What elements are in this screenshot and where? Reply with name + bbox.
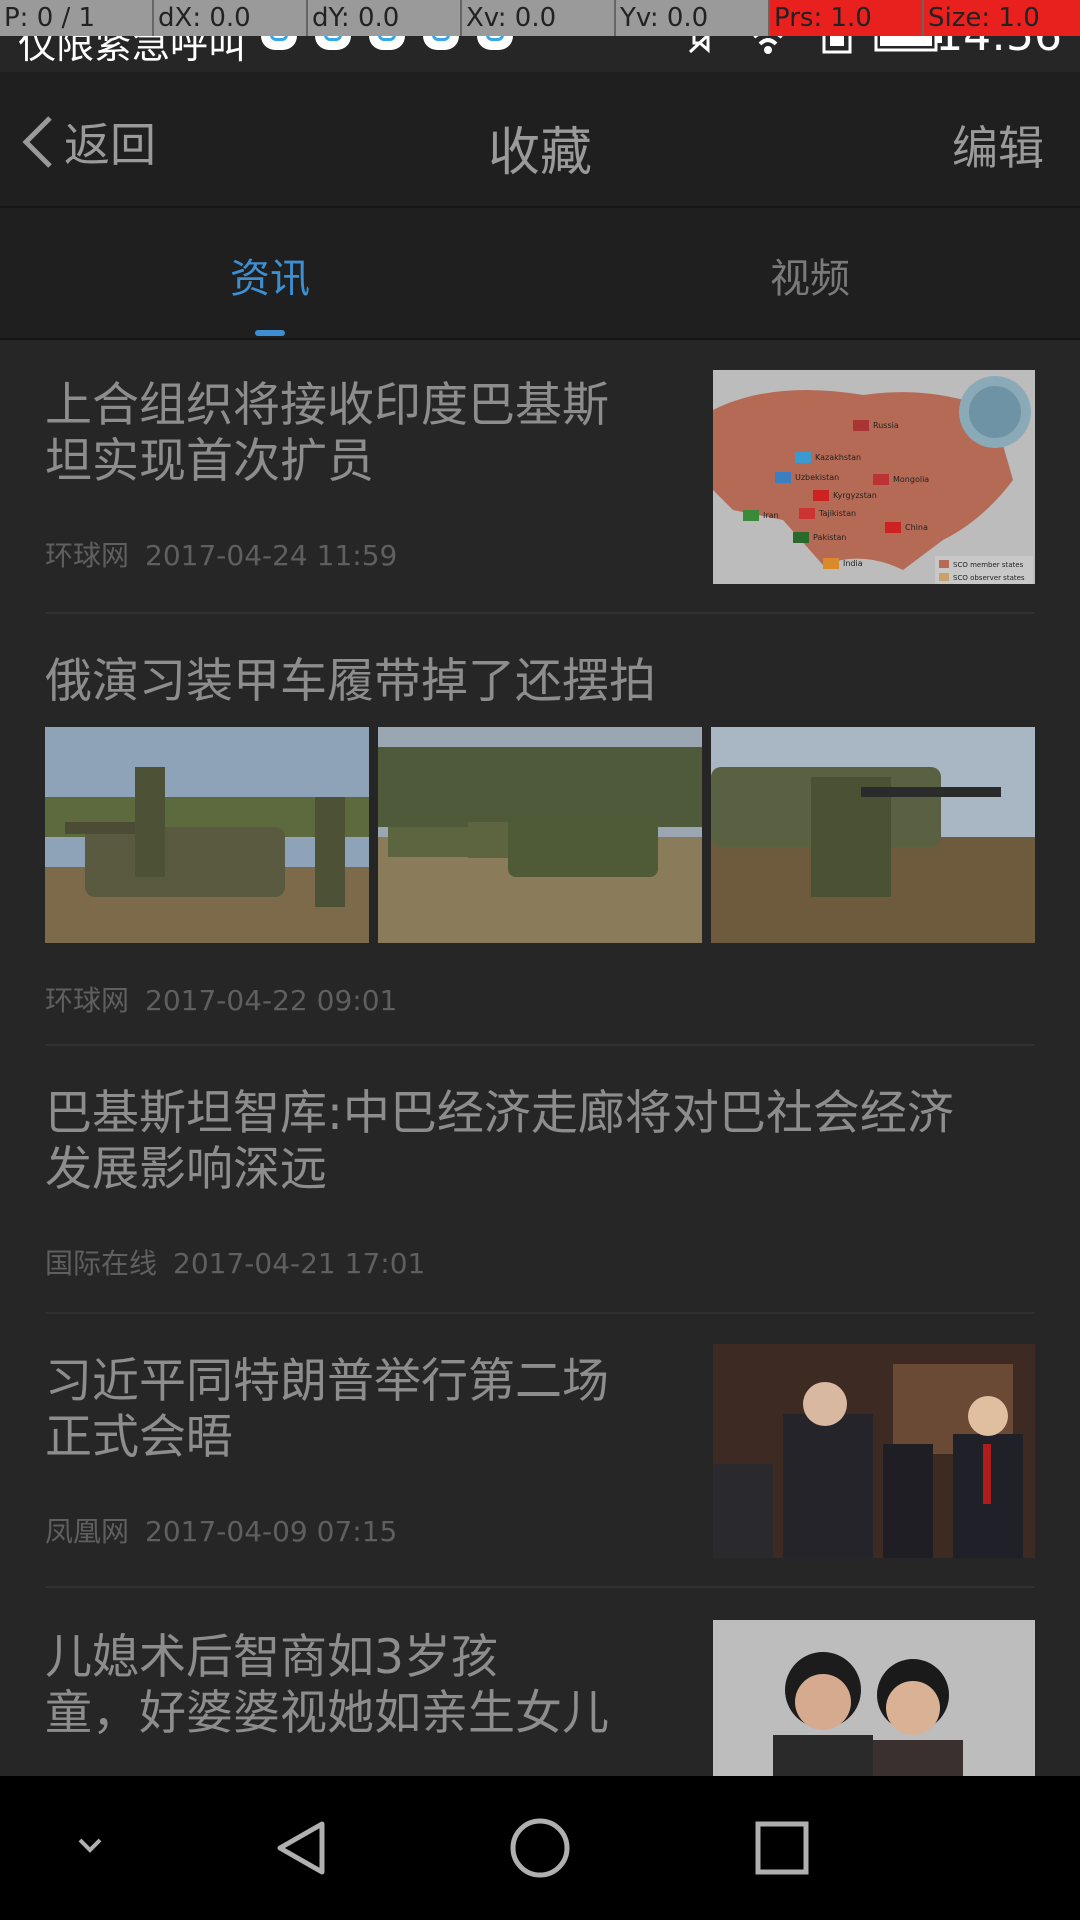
article-meta: 国际在线 2017-04-21 17:01 xyxy=(45,1242,425,1282)
delta-x: dX: 0.0 xyxy=(154,0,308,36)
system-nav-bar xyxy=(0,1776,1080,1920)
list-item[interactable]: 上合组织将接收印度巴基斯 坦实现首次扩员 环球网 2017-04-24 11:59… xyxy=(0,340,1080,612)
map-label: Mongolia xyxy=(893,475,929,484)
recents-icon[interactable] xyxy=(752,1818,812,1878)
list-item[interactable]: 儿媳术后智商如3岁孩 童，好婆婆视她如亲生女儿 xyxy=(0,1588,1080,1776)
article-meta: 凤凰网 2017-04-09 07:15 xyxy=(45,1510,397,1550)
nav-header: 返回 收藏 编辑 xyxy=(0,72,1080,208)
article-source: 环球网 xyxy=(45,984,130,1017)
map-label: Uzbekistan xyxy=(795,473,839,482)
collapse-icon[interactable] xyxy=(72,1828,108,1864)
map-label: Kyrgyzstan xyxy=(833,491,877,500)
map-label: Iran xyxy=(763,511,779,520)
article-title: 习近平同特朗普举行第二场 正式会晤 xyxy=(45,1354,609,1465)
map-label: Kazakhstan xyxy=(815,453,861,462)
map-label: Pakistan xyxy=(813,533,847,542)
size: Size: 1.0 xyxy=(924,0,1080,36)
tab-news[interactable]: 资讯 xyxy=(0,246,540,304)
armored-vehicle-column xyxy=(378,727,702,943)
article-time: 2017-04-09 07:15 xyxy=(145,1515,398,1548)
article-source: 国际在线 xyxy=(45,1247,158,1280)
tab-video[interactable]: 视频 xyxy=(540,246,1080,304)
back-icon[interactable] xyxy=(272,1816,332,1880)
article-source: 凤凰网 xyxy=(45,1515,130,1548)
page-title: 收藏 xyxy=(487,123,592,183)
map-label: Tajikistan xyxy=(818,509,856,518)
article-title: 儿媳术后智商如3岁孩 童，好婆婆视她如亲生女儿 xyxy=(45,1630,609,1741)
pressure: Prs: 1.0 xyxy=(770,0,924,36)
pointer-count: P: 0 / 1 xyxy=(0,0,154,36)
leaders-meeting-photo xyxy=(713,1344,1035,1558)
article-time: 2017-04-24 11:59 xyxy=(145,539,398,572)
soldiers-with-armored-vehicle xyxy=(45,727,369,943)
map-legend-observer: SCO observer states xyxy=(953,574,1025,582)
article-title: 上合组织将接收印度巴基斯 坦实现首次扩员 xyxy=(45,378,609,489)
delta-y: dY: 0.0 xyxy=(308,0,462,36)
active-tab-indicator xyxy=(255,330,285,336)
map-label: India xyxy=(843,559,863,568)
list-item[interactable]: 习近平同特朗普举行第二场 正式会晤 凤凰网 2017-04-09 07:15 xyxy=(0,1314,1080,1586)
article-meta: 环球网 2017-04-22 09:01 xyxy=(45,979,397,1019)
article-title: 巴基斯坦智库:中巴经济走廊将对巴社会经济 发展影响深远 xyxy=(45,1086,954,1197)
x-velocity: Xv: 0.0 xyxy=(462,0,616,36)
map-label: Russia xyxy=(873,421,899,430)
sco-map-thumbnail: Russia Kazakhstan Uzbekistan Mongolia Ky… xyxy=(713,370,1035,584)
soldier-aiming-rifle xyxy=(711,727,1035,943)
tab-bar: 资讯 视频 xyxy=(0,208,1080,340)
home-icon[interactable] xyxy=(508,1816,572,1880)
list-item[interactable]: 巴基斯坦智库:中巴经济走廊将对巴社会经济 发展影响深远 国际在线 2017-04-… xyxy=(0,1046,1080,1312)
map-legend-member: SCO member states xyxy=(953,561,1024,569)
article-title: 俄演习装甲车履带掉了还摆拍 xyxy=(45,654,656,709)
article-time: 2017-04-21 17:01 xyxy=(173,1247,426,1280)
article-time: 2017-04-22 09:01 xyxy=(145,984,398,1017)
pointer-location-bar: P: 0 / 1 dX: 0.0 dY: 0.0 Xv: 0.0 Yv: 0.0… xyxy=(0,0,1080,36)
mother-son-photo xyxy=(713,1620,1035,1776)
article-meta: 环球网 2017-04-24 11:59 xyxy=(45,534,397,574)
list-item[interactable]: 俄演习装甲车履带掉了还摆拍 环球网 2017-04-22 09:01 xyxy=(0,614,1080,1044)
map-label: China xyxy=(905,523,928,532)
article-source: 环球网 xyxy=(45,539,130,572)
y-velocity: Yv: 0.0 xyxy=(616,0,770,36)
edit-button[interactable]: 编辑 xyxy=(952,112,1044,178)
